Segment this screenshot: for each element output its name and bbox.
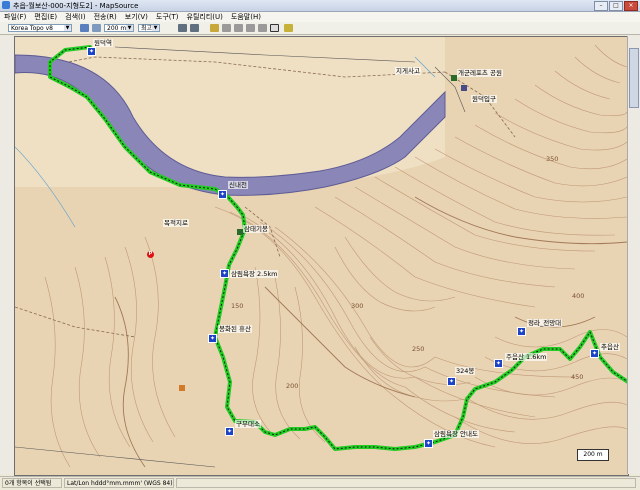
contour-label: 200	[286, 382, 299, 390]
contour-label: 450	[571, 373, 584, 381]
map-label: 삼림욕장 2.5km	[230, 270, 279, 278]
menu-transfer[interactable]: 전송(R)	[94, 12, 117, 22]
contour-label: 350	[546, 155, 559, 163]
map-label: 목적지로	[163, 219, 189, 227]
scrollbar-thumb[interactable]	[629, 48, 639, 108]
menu-view[interactable]: 보기(V)	[125, 12, 148, 22]
menu-bar: 파일(F) 편집(E) 검색(I) 전송(R) 보기(V) 도구(T) 유틸리티…	[0, 12, 640, 22]
map-label: 삼태기봉	[243, 225, 269, 233]
mapsource-window: 추읍-월보산-000-지형도2] - MapSource – □ × 파일(F)…	[0, 0, 640, 490]
map-view[interactable]: ✦ ✦ ✦ ✦ ✦ ✦ ✦ ✦ ✦ ✦ P 원덕역 목적지로 신내천 삼림욕장 …	[14, 36, 629, 476]
poi-icon[interactable]: P	[147, 251, 154, 258]
waypoint-tool-icon[interactable]	[246, 24, 255, 32]
detail-select[interactable]: 최고 ▼	[138, 24, 160, 32]
measure-tool-icon[interactable]	[284, 24, 293, 32]
menu-edit[interactable]: 편집(E)	[34, 12, 57, 22]
map-label: 정라_전망대	[527, 319, 563, 327]
pan-tool-icon[interactable]	[234, 24, 243, 32]
status-bar: 0개 항목이 선택됨 Lat/Lon hddd°mm.mmm' (WGS 84)	[0, 476, 640, 490]
map-label: 봉화된 휴산	[218, 325, 252, 333]
menu-find[interactable]: 검색(I)	[65, 12, 85, 22]
track-tool-icon[interactable]	[270, 24, 279, 32]
title-bar: 추읍-월보산-000-지형도2] - MapSource – □ ×	[0, 0, 640, 12]
map-label: 주음산 1.6km	[505, 353, 548, 361]
hiker-waypoint-icon[interactable]: ✦	[517, 327, 526, 336]
menu-file[interactable]: 파일(F)	[4, 12, 26, 22]
bus-stop-icon[interactable]	[179, 385, 185, 391]
app-icon	[2, 1, 10, 9]
gps-receive-icon[interactable]	[178, 24, 187, 32]
hiker-waypoint-icon[interactable]: ✦	[494, 359, 503, 368]
status-coord-format: Lat/Lon hddd°mm.mmm' (WGS 84)	[64, 478, 174, 488]
map-label: 신내천	[228, 181, 248, 189]
map-label: 개군레포츠 공원	[457, 69, 503, 77]
map-product-select[interactable]: Korea Topo v8 ▼	[8, 24, 72, 32]
select-tool-icon[interactable]	[210, 24, 219, 32]
map-label: 삼림욕장 안내도	[433, 430, 479, 438]
hand-icon[interactable]	[80, 24, 89, 32]
hiker-waypoint-icon[interactable]: ✦	[590, 349, 599, 358]
menu-help[interactable]: 도움말(H)	[231, 12, 261, 22]
left-margin	[0, 36, 14, 474]
chevron-down-icon: ▼	[152, 25, 159, 31]
hiker-waypoint-icon[interactable]: ✦	[447, 377, 456, 386]
hiker-waypoint-icon[interactable]: ✦	[220, 269, 229, 278]
menu-tools[interactable]: 도구(T)	[156, 12, 179, 22]
contour-label: 300	[351, 302, 364, 310]
vertical-scrollbar[interactable]	[627, 36, 640, 474]
route-tool-icon[interactable]	[258, 24, 267, 32]
map-label: 원덕입구	[471, 95, 497, 103]
map-label: 원덕역	[93, 39, 113, 47]
contour-label: 250	[412, 345, 425, 353]
map-label: 지게사고	[395, 67, 421, 75]
menu-utilities[interactable]: 유틸리티(U)	[187, 12, 223, 22]
hiker-waypoint-icon[interactable]: ✦	[208, 334, 217, 343]
hiker-waypoint-icon[interactable]: ✦	[424, 439, 433, 448]
window-title: 추읍-월보산-000-지형도2] - MapSource	[13, 2, 139, 10]
scale-bar: 200 m	[577, 449, 609, 461]
toolbar: Korea Topo v8 ▼ 200 m ▼ 최고 ▼	[0, 22, 640, 35]
zoom-select[interactable]: 200 m ▼	[104, 24, 134, 32]
map-label: 구부대소	[235, 420, 261, 428]
map-label: 324봉	[455, 367, 476, 375]
close-button[interactable]: ×	[624, 1, 638, 11]
chevron-down-icon: ▼	[64, 25, 71, 31]
status-empty	[176, 478, 636, 488]
building-icon[interactable]	[461, 85, 467, 91]
status-selection: 0개 항목이 선택됨	[2, 478, 62, 488]
hiker-waypoint-icon[interactable]: ✦	[87, 47, 96, 56]
hiker-waypoint-icon[interactable]: ✦	[218, 190, 227, 199]
detail-value: 최고	[141, 25, 153, 32]
map-label: 추읍산	[600, 343, 620, 351]
window-controls: – □ ×	[594, 1, 638, 11]
map-product-value: Korea Topo v8	[11, 25, 53, 32]
zoom-value: 200 m	[107, 25, 127, 32]
contour-label: 400	[572, 292, 585, 300]
contour-label: 150	[231, 302, 244, 310]
topo-map[interactable]	[15, 37, 628, 475]
hiker-waypoint-icon[interactable]: ✦	[225, 427, 234, 436]
chevron-down-icon: ▼	[126, 25, 133, 31]
minimize-button[interactable]: –	[594, 1, 608, 11]
maximize-button[interactable]: □	[609, 1, 623, 11]
gps-send-icon[interactable]	[190, 24, 199, 32]
zoom-in-icon[interactable]	[92, 24, 101, 32]
zoom-tool-icon[interactable]	[222, 24, 231, 32]
